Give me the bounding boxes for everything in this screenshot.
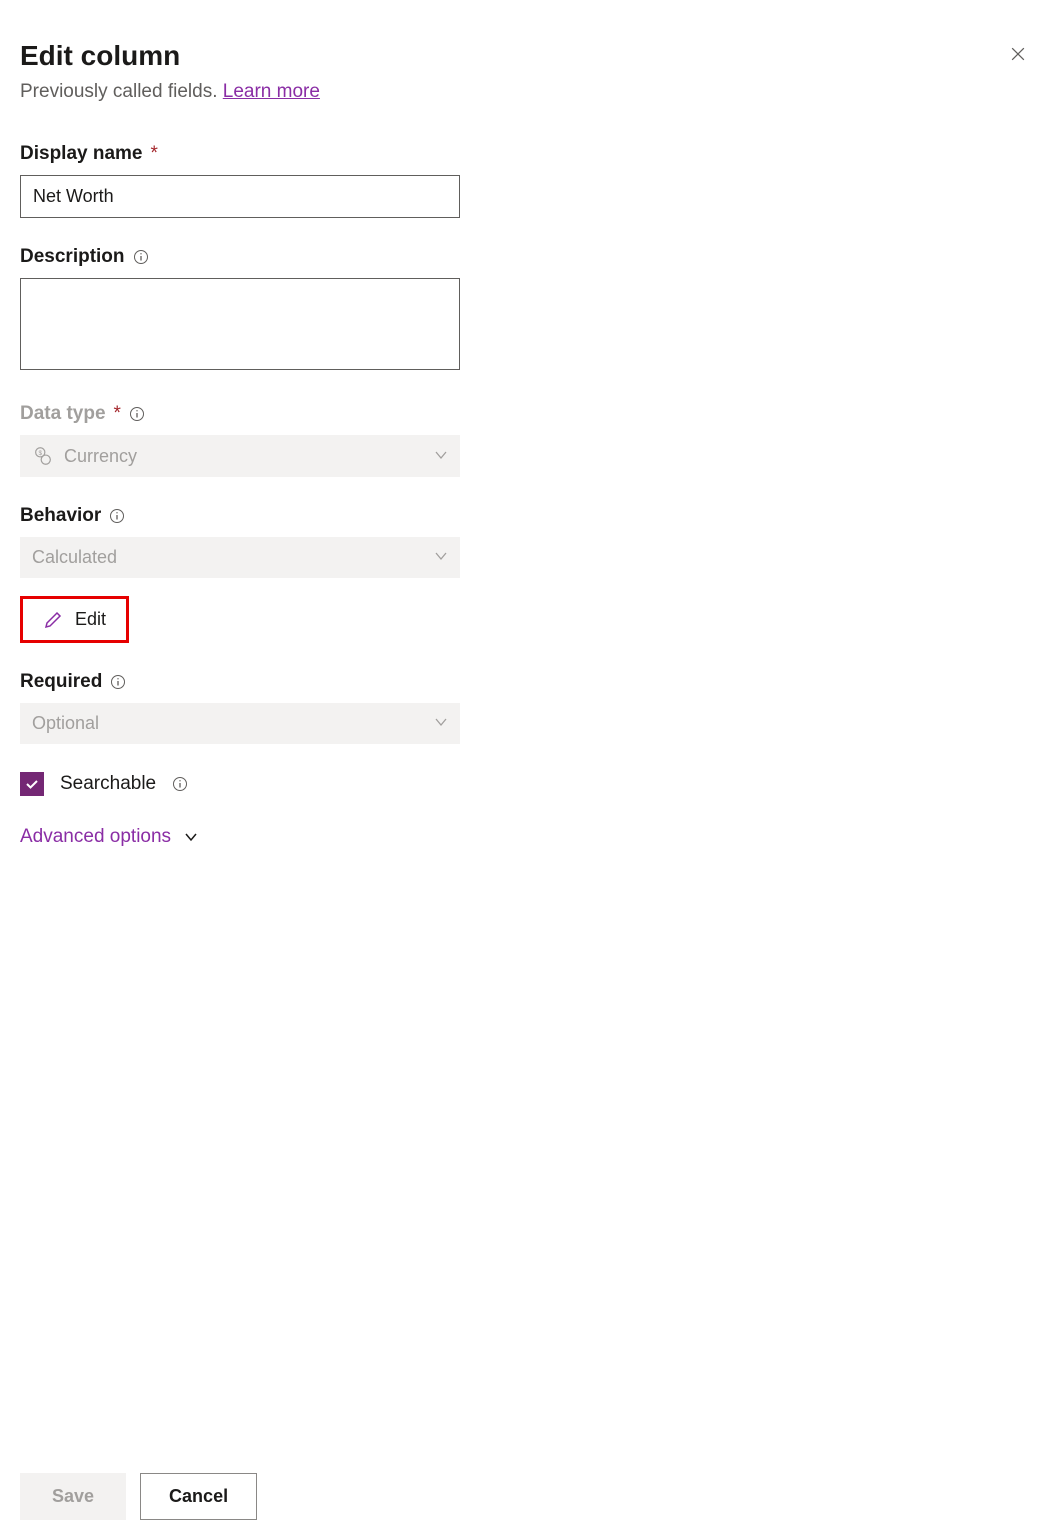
panel-subtitle: Previously called fields. Learn more	[20, 81, 1032, 103]
chevron-down-icon	[434, 446, 448, 467]
required-value: Optional	[32, 713, 99, 734]
cancel-button[interactable]: Cancel	[140, 1473, 257, 1520]
display-name-input[interactable]	[20, 175, 460, 218]
info-icon[interactable]	[129, 406, 145, 422]
required-label: Required	[20, 671, 460, 693]
edit-button-label: Edit	[75, 609, 106, 630]
info-icon[interactable]	[133, 249, 149, 265]
required-star-icon: *	[114, 403, 121, 425]
panel-title: Edit column	[20, 40, 180, 72]
required-dropdown: Optional	[20, 703, 460, 744]
info-icon[interactable]	[110, 674, 126, 690]
currency-icon: $	[32, 445, 54, 467]
data-type-value: Currency	[64, 446, 137, 467]
info-icon[interactable]	[172, 776, 188, 792]
chevron-down-icon	[434, 713, 448, 734]
info-icon[interactable]	[109, 508, 125, 524]
searchable-label: Searchable	[60, 773, 156, 795]
data-type-dropdown: $ Currency	[20, 435, 460, 477]
chevron-down-icon	[434, 547, 448, 568]
svg-text:$: $	[38, 450, 42, 457]
description-label: Description	[20, 246, 460, 268]
learn-more-link[interactable]: Learn more	[223, 81, 320, 102]
close-icon[interactable]	[1004, 40, 1032, 73]
data-type-label: Data type *	[20, 403, 460, 425]
behavior-value: Calculated	[32, 547, 117, 568]
edit-button[interactable]: Edit	[20, 596, 129, 643]
required-star-icon: *	[151, 143, 158, 165]
behavior-dropdown: Calculated	[20, 537, 460, 578]
save-button: Save	[20, 1473, 126, 1520]
searchable-checkbox[interactable]	[20, 772, 44, 796]
chevron-down-icon	[183, 829, 199, 845]
advanced-options-toggle[interactable]: Advanced options	[20, 826, 199, 848]
behavior-label: Behavior	[20, 505, 460, 527]
description-input[interactable]	[20, 278, 460, 370]
display-name-label: Display name *	[20, 143, 460, 165]
